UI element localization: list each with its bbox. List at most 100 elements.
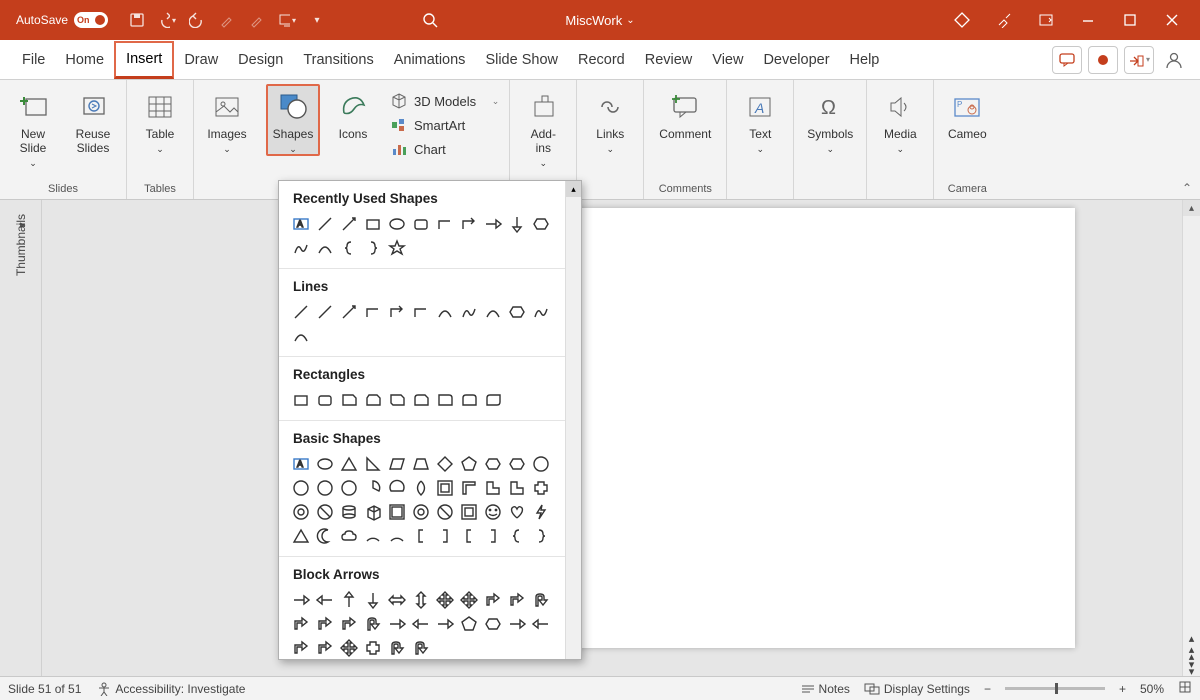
ribbon-mode-icon[interactable] [1034,8,1058,32]
shape-bent[interactable] [291,614,311,634]
shape-halfframe[interactable] [459,478,479,498]
shape-curve[interactable] [483,302,503,322]
shape-noSym[interactable] [315,502,335,522]
shape-rbrkt[interactable] [483,526,503,546]
shape-lineA[interactable] [339,302,359,322]
comments-pane-button[interactable] [1052,46,1082,74]
shape-line[interactable] [315,214,335,234]
next-slide-button[interactable]: ▾▾ [1183,661,1200,676]
diamond-icon[interactable] [950,8,974,32]
shape-round2s[interactable] [459,390,479,410]
shape-brL[interactable] [339,238,359,258]
shape-line[interactable] [291,302,311,322]
shape-sniprnd[interactable] [411,390,431,410]
shape-bent[interactable] [315,614,335,634]
tab-view[interactable]: View [702,41,753,79]
links-button[interactable]: Links⌄ [583,84,637,154]
text-button[interactable]: A Text⌄ [733,84,787,154]
shape-scribble[interactable] [531,302,551,322]
shape-bevel[interactable] [387,502,407,522]
search-button[interactable] [416,6,444,34]
shape-bent[interactable] [507,590,527,610]
shape-can[interactable] [339,502,359,522]
vertical-scrollbar[interactable]: ▴ ▴ ▴▴ ▾▾ [1182,200,1200,676]
shape-frame[interactable] [435,478,455,498]
shape-diamond[interactable] [435,454,455,474]
shape-curve[interactable] [291,326,311,346]
tab-record[interactable]: Record [568,41,635,79]
tab-file[interactable]: File [12,41,55,79]
shape-bent[interactable] [291,638,311,658]
shape-para[interactable] [387,454,407,474]
redo-icon[interactable] [188,11,206,29]
close-button[interactable] [1160,8,1184,32]
qat-overflow-icon[interactable]: ▾ [308,11,326,29]
shape-circle[interactable] [291,478,311,498]
shape-lineA[interactable] [339,214,359,234]
fit-to-window-button[interactable] [1178,680,1192,697]
shape-uturn[interactable] [531,590,551,610]
document-title[interactable]: MiscWork ⌄ [565,13,634,28]
zoom-in-button[interactable]: + [1119,682,1126,696]
shape-elbowA[interactable] [387,302,407,322]
zoom-slider[interactable] [1005,687,1105,690]
minimize-button[interactable] [1076,8,1100,32]
shape-bent[interactable] [483,590,503,610]
shape-rrect[interactable] [411,214,431,234]
smartart-button[interactable]: SmartArt [386,114,503,136]
tab-transitions[interactable]: Transitions [293,41,383,79]
shape-brR[interactable] [531,526,551,546]
tab-design[interactable]: Design [228,41,293,79]
shape-hex[interactable] [531,214,551,234]
save-icon[interactable] [128,11,146,29]
shape-frame[interactable] [459,502,479,522]
comment-button[interactable]: Comment [650,84,720,142]
shape-curve[interactable] [315,238,335,258]
shape-oval[interactable] [315,454,335,474]
shapes-button[interactable]: Shapes⌄ [266,84,320,156]
shape-rbrkt[interactable] [435,526,455,546]
shape-arrowR[interactable] [291,590,311,610]
addins-button[interactable]: Add- ins⌄ [516,84,570,168]
zoom-out-button[interactable]: − [984,682,991,696]
tab-slide-show[interactable]: Slide Show [475,41,568,79]
zoom-level[interactable]: 50% [1140,682,1164,696]
shape-line[interactable] [315,302,335,322]
gallery-scrollbar[interactable]: ▴ [565,181,581,659]
display-settings-button[interactable]: Display Settings [864,682,970,696]
media-button[interactable]: Media⌄ [873,84,927,154]
shape-scribble[interactable] [291,238,311,258]
cameo-button[interactable]: P Cameo [940,84,994,142]
new-slide-button[interactable]: New Slide⌄ [6,84,60,168]
shape-brR[interactable] [363,238,383,258]
undo-icon[interactable]: ▾ [158,11,176,29]
icons-button[interactable]: Icons [326,84,380,142]
shape-circle[interactable] [315,478,335,498]
reuse-slides-button[interactable]: Reuse Slides [66,84,120,156]
shape-elbowA[interactable] [459,214,479,234]
notes-button[interactable]: Notes [801,682,850,696]
shape-penta[interactable] [459,454,479,474]
symbols-button[interactable]: Ω Symbols⌄ [800,84,860,154]
shape-uturn[interactable] [363,614,383,634]
shape-moon[interactable] [315,526,335,546]
shape-snip1[interactable] [339,390,359,410]
shape-arrowR[interactable] [387,614,407,634]
shape-elbow[interactable] [435,214,455,234]
table-button[interactable]: Table⌄ [133,84,187,154]
chart-button[interactable]: Chart [386,138,503,160]
shape-star[interactable] [387,238,407,258]
shape-donut[interactable] [291,502,311,522]
shape-tri[interactable] [291,526,311,546]
shape-arrowD[interactable] [507,214,527,234]
shape-penta[interactable] [459,614,479,634]
shape-oval[interactable] [387,214,407,234]
shape-Lshape[interactable] [483,478,503,498]
shape-quad[interactable] [339,638,359,658]
shape-rect[interactable] [363,214,383,234]
brush-icon[interactable] [992,8,1016,32]
pipette-icon[interactable] [248,11,266,29]
shape-uturn[interactable] [387,638,407,658]
shape-uturn[interactable] [411,638,431,658]
autosave-toggle[interactable]: AutoSave On [16,12,108,28]
